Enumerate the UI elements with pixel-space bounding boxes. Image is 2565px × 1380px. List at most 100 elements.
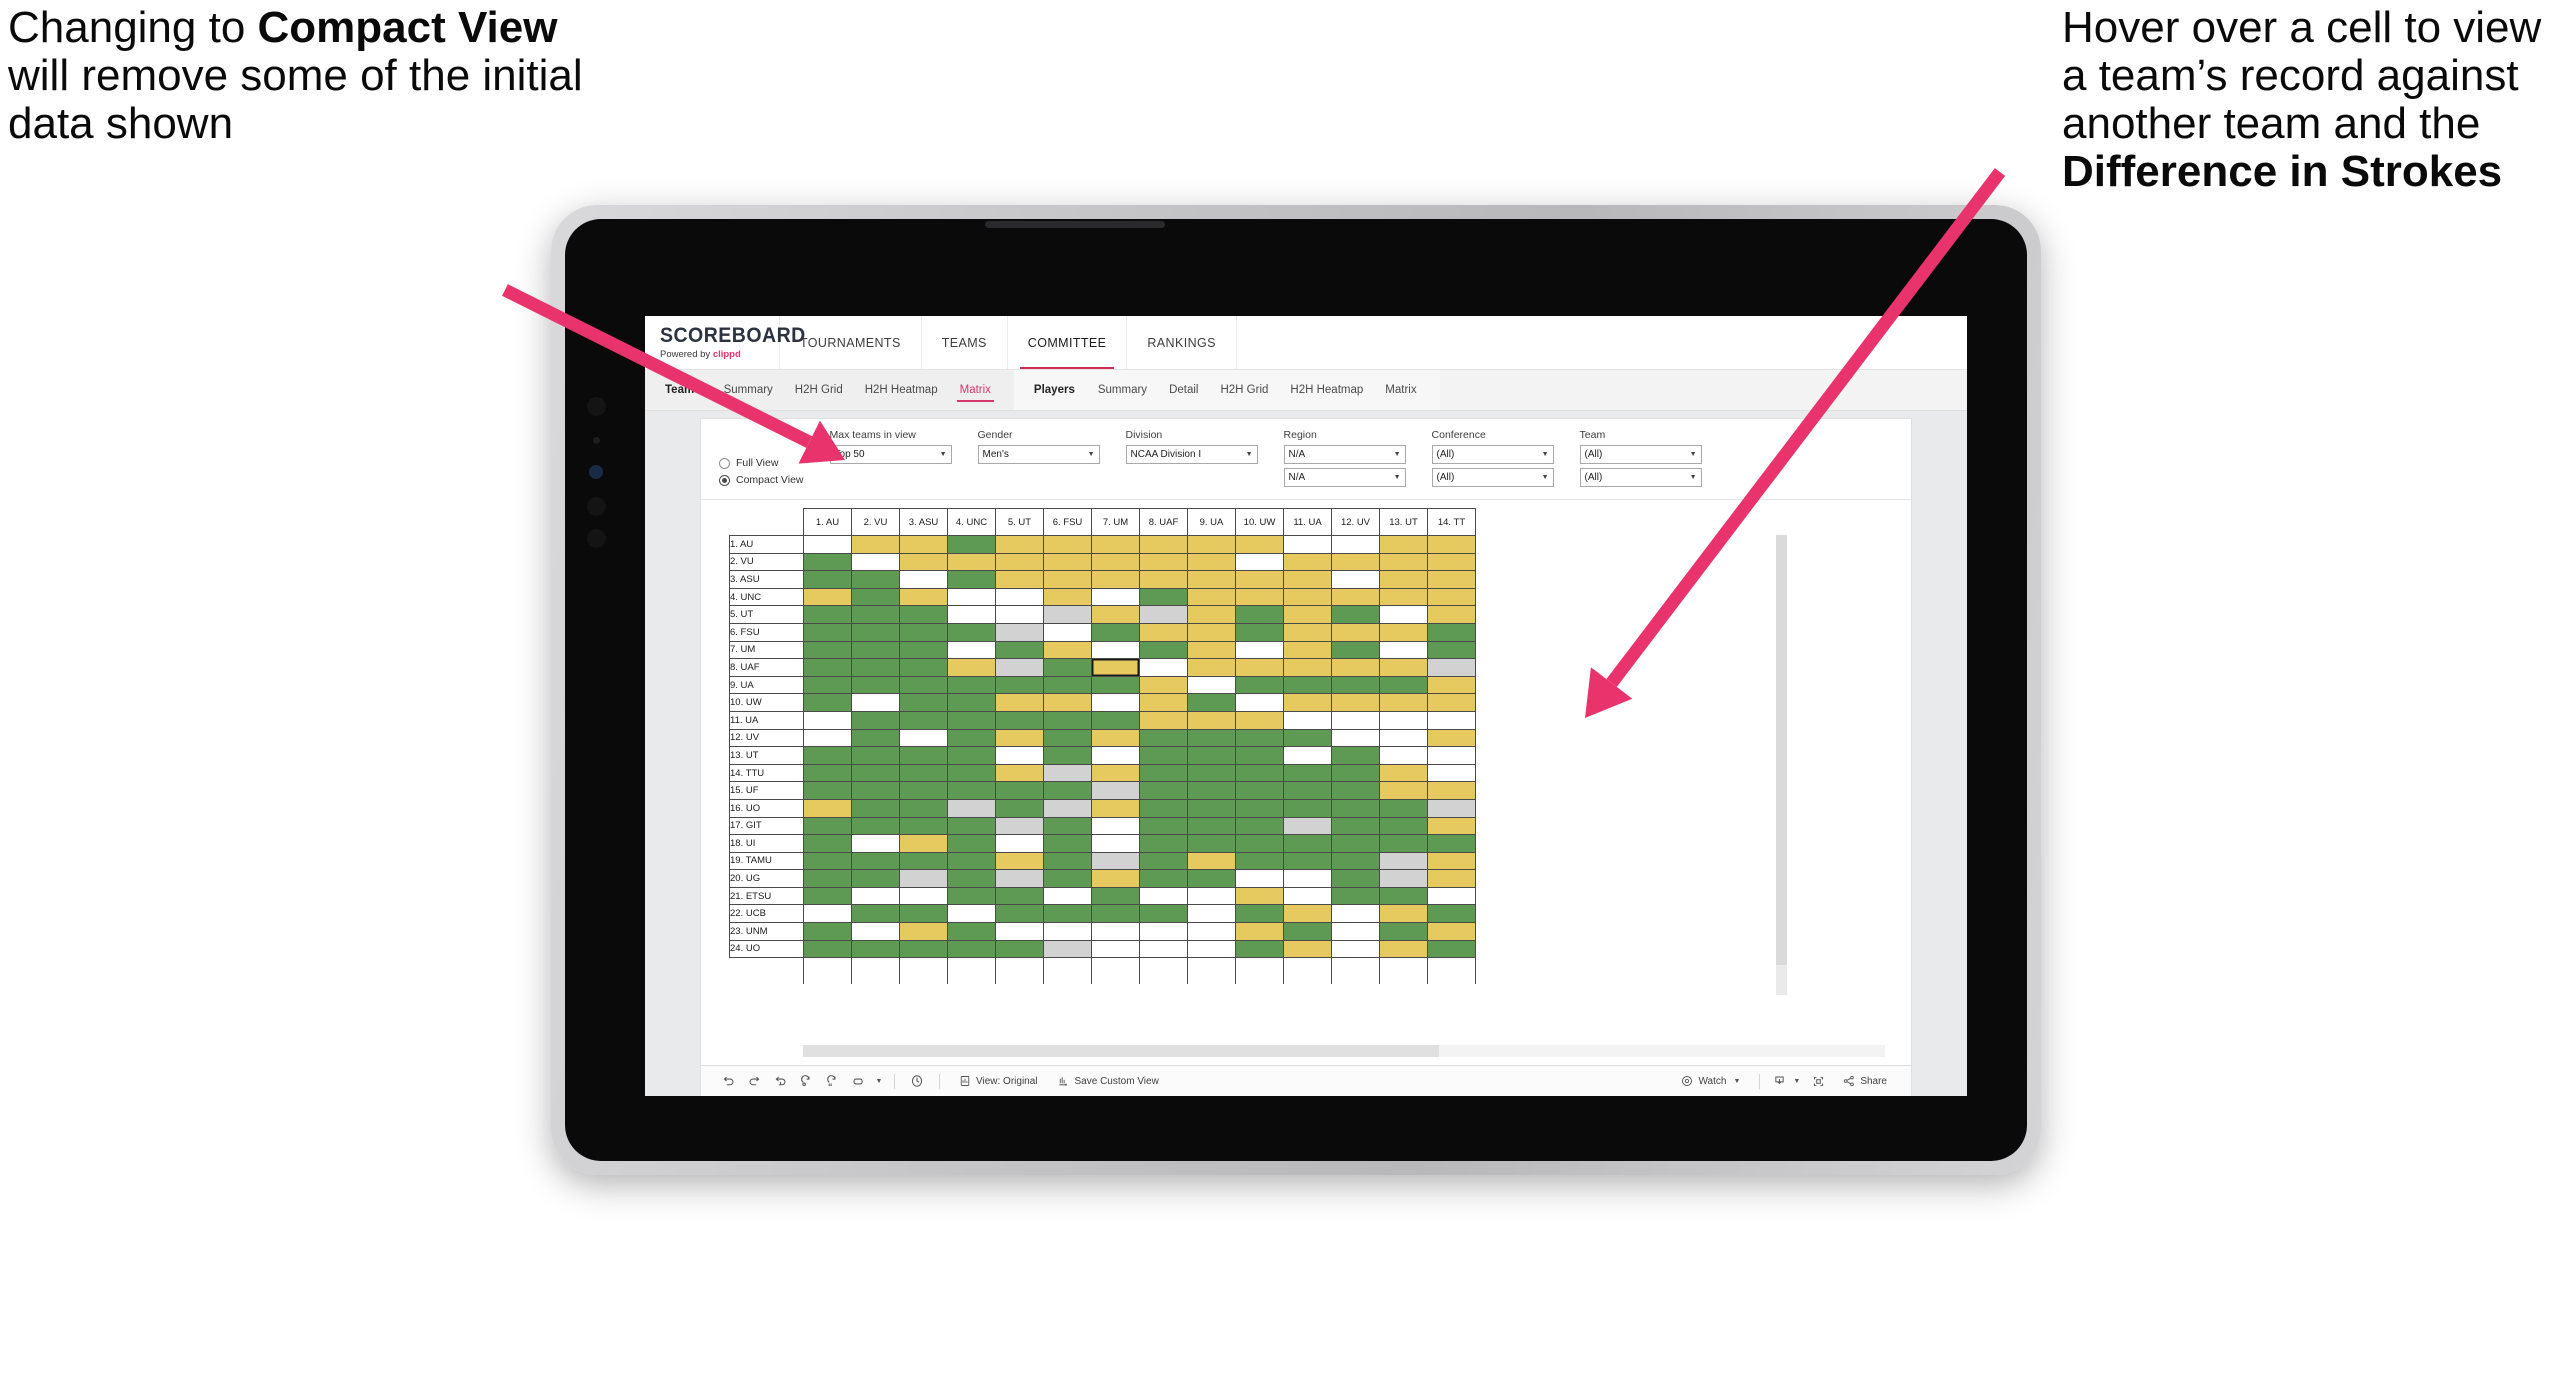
matrix-cell[interactable] bbox=[995, 693, 1044, 712]
matrix-cell[interactable] bbox=[1283, 886, 1332, 906]
matrix-cell[interactable] bbox=[803, 763, 852, 783]
matrix-cell[interactable] bbox=[1043, 675, 1092, 695]
matrix-cell[interactable] bbox=[1091, 763, 1140, 783]
matrix-cell[interactable] bbox=[803, 886, 852, 906]
download-button[interactable]: ▼ bbox=[1769, 1066, 1804, 1096]
matrix-cell[interactable] bbox=[1043, 728, 1092, 748]
subtab-players-detail[interactable]: Detail bbox=[1158, 370, 1209, 410]
matrix-cell[interactable] bbox=[1427, 640, 1476, 660]
matrix-cell[interactable] bbox=[1235, 746, 1284, 765]
matrix-cell[interactable] bbox=[1283, 922, 1332, 941]
matrix-cell[interactable] bbox=[1235, 834, 1284, 853]
matrix-cell[interactable] bbox=[1235, 640, 1284, 660]
matrix-cell[interactable] bbox=[851, 886, 900, 906]
matrix-cell[interactable] bbox=[1139, 763, 1188, 783]
matrix-cell[interactable] bbox=[1379, 728, 1428, 748]
matrix-cell[interactable] bbox=[1331, 675, 1380, 695]
matrix-cell[interactable] bbox=[1283, 693, 1332, 712]
matrix-cell[interactable] bbox=[899, 816, 948, 836]
matrix-cell[interactable] bbox=[995, 869, 1044, 888]
matrix-vertical-scrollbar-thumb[interactable] bbox=[1776, 535, 1787, 965]
matrix-cell[interactable] bbox=[1379, 658, 1428, 677]
filter-division-select[interactable]: NCAA Division I ▼ bbox=[1125, 445, 1258, 464]
save-custom-view-button[interactable]: Save Custom View bbox=[1048, 1066, 1169, 1096]
matrix-cell[interactable] bbox=[1427, 851, 1476, 871]
matrix-cell[interactable] bbox=[1043, 587, 1092, 607]
matrix-cell[interactable] bbox=[1427, 535, 1476, 554]
matrix-cell[interactable] bbox=[1139, 816, 1188, 836]
matrix-cell[interactable] bbox=[1379, 869, 1428, 888]
matrix-cell[interactable] bbox=[947, 552, 996, 572]
matrix-cell[interactable] bbox=[1139, 693, 1188, 712]
matrix-cell[interactable] bbox=[1091, 886, 1140, 906]
matrix-cell[interactable] bbox=[1091, 816, 1140, 836]
matrix-cell[interactable] bbox=[1139, 728, 1188, 748]
filter-gender-select[interactable]: Men's ▼ bbox=[977, 445, 1100, 464]
matrix-cell[interactable] bbox=[995, 851, 1044, 871]
matrix-cell[interactable] bbox=[1139, 939, 1188, 959]
matrix-cell[interactable] bbox=[899, 763, 948, 783]
matrix-cell[interactable] bbox=[803, 640, 852, 660]
matrix-cell[interactable] bbox=[1091, 834, 1140, 853]
subtab-players-matrix[interactable]: Matrix bbox=[1374, 370, 1427, 410]
matrix-cell[interactable] bbox=[947, 922, 996, 941]
matrix-cell[interactable] bbox=[1043, 746, 1092, 765]
matrix-cell[interactable] bbox=[1235, 922, 1284, 941]
nav-tournaments[interactable]: TOURNAMENTS bbox=[780, 316, 922, 369]
matrix-cell[interactable] bbox=[899, 851, 948, 871]
matrix-cell[interactable] bbox=[1427, 675, 1476, 695]
radio-compact-view[interactable]: Compact View bbox=[719, 474, 804, 486]
matrix-cell[interactable] bbox=[1283, 763, 1332, 783]
matrix-cell[interactable] bbox=[1427, 781, 1476, 800]
matrix-cell[interactable] bbox=[899, 605, 948, 624]
matrix-cell[interactable] bbox=[803, 710, 852, 730]
subtab-teams-h2h-heatmap[interactable]: H2H Heatmap bbox=[854, 370, 949, 410]
matrix-cell[interactable] bbox=[803, 552, 852, 572]
matrix-cell[interactable] bbox=[947, 587, 996, 607]
subtab-teams-h2h-grid[interactable]: H2H Grid bbox=[784, 370, 854, 410]
matrix-horizontal-scrollbar[interactable] bbox=[803, 1045, 1885, 1057]
matrix-cell[interactable] bbox=[1043, 710, 1092, 730]
matrix-cell[interactable] bbox=[1235, 798, 1284, 818]
matrix-cell[interactable] bbox=[1235, 535, 1284, 554]
matrix-cell[interactable] bbox=[803, 728, 852, 748]
fullscreen-button[interactable] bbox=[1804, 1066, 1833, 1096]
matrix-cell[interactable] bbox=[995, 605, 1044, 624]
matrix-cell[interactable] bbox=[947, 658, 996, 677]
filter-conference-select-2[interactable]: (All) ▼ bbox=[1431, 468, 1554, 487]
matrix-cell[interactable] bbox=[995, 939, 1044, 959]
matrix-row-header[interactable]: 17. GIT bbox=[729, 816, 804, 836]
matrix-cell[interactable] bbox=[947, 622, 996, 642]
matrix-cell[interactable] bbox=[1331, 851, 1380, 871]
matrix-cell[interactable] bbox=[1187, 939, 1236, 959]
matrix-cell[interactable] bbox=[995, 570, 1044, 589]
matrix-cell[interactable] bbox=[1187, 622, 1236, 642]
matrix-cell[interactable] bbox=[851, 851, 900, 871]
matrix-cell[interactable] bbox=[995, 552, 1044, 572]
matrix-column-header[interactable]: 12. UV bbox=[1331, 508, 1380, 536]
matrix-cell[interactable] bbox=[1427, 658, 1476, 677]
matrix-cell[interactable] bbox=[1331, 728, 1380, 748]
filter-conference-select-1[interactable]: (All) ▼ bbox=[1431, 445, 1554, 464]
matrix-cell[interactable] bbox=[1187, 658, 1236, 677]
matrix-cell[interactable] bbox=[851, 869, 900, 888]
matrix-cell[interactable] bbox=[1427, 587, 1476, 607]
matrix-column-header[interactable]: 7. UM bbox=[1091, 508, 1140, 536]
matrix-cell[interactable] bbox=[995, 728, 1044, 748]
matrix-cell[interactable] bbox=[899, 798, 948, 818]
matrix-row-header[interactable]: 8. UAF bbox=[729, 658, 804, 677]
matrix-cell[interactable] bbox=[947, 834, 996, 853]
matrix-cell[interactable] bbox=[1043, 570, 1092, 589]
matrix-cell[interactable] bbox=[1139, 781, 1188, 800]
matrix-cell[interactable] bbox=[1235, 728, 1284, 748]
matrix-cell[interactable] bbox=[1235, 939, 1284, 959]
matrix-cell[interactable] bbox=[851, 710, 900, 730]
matrix-row-header[interactable]: 1. AU bbox=[729, 535, 804, 554]
filter-team-select-2[interactable]: (All) ▼ bbox=[1579, 468, 1702, 487]
matrix-cell[interactable] bbox=[1091, 605, 1140, 624]
matrix-cell[interactable] bbox=[899, 834, 948, 853]
h2h-matrix-table[interactable]: 1. AU 2. VU 3. ASU 4. UNC 5. UT 6. FSU 7. UM 8.… bbox=[729, 508, 1476, 984]
matrix-cell[interactable] bbox=[1187, 798, 1236, 818]
matrix-cell[interactable] bbox=[1091, 552, 1140, 572]
matrix-cell[interactable] bbox=[1187, 587, 1236, 607]
